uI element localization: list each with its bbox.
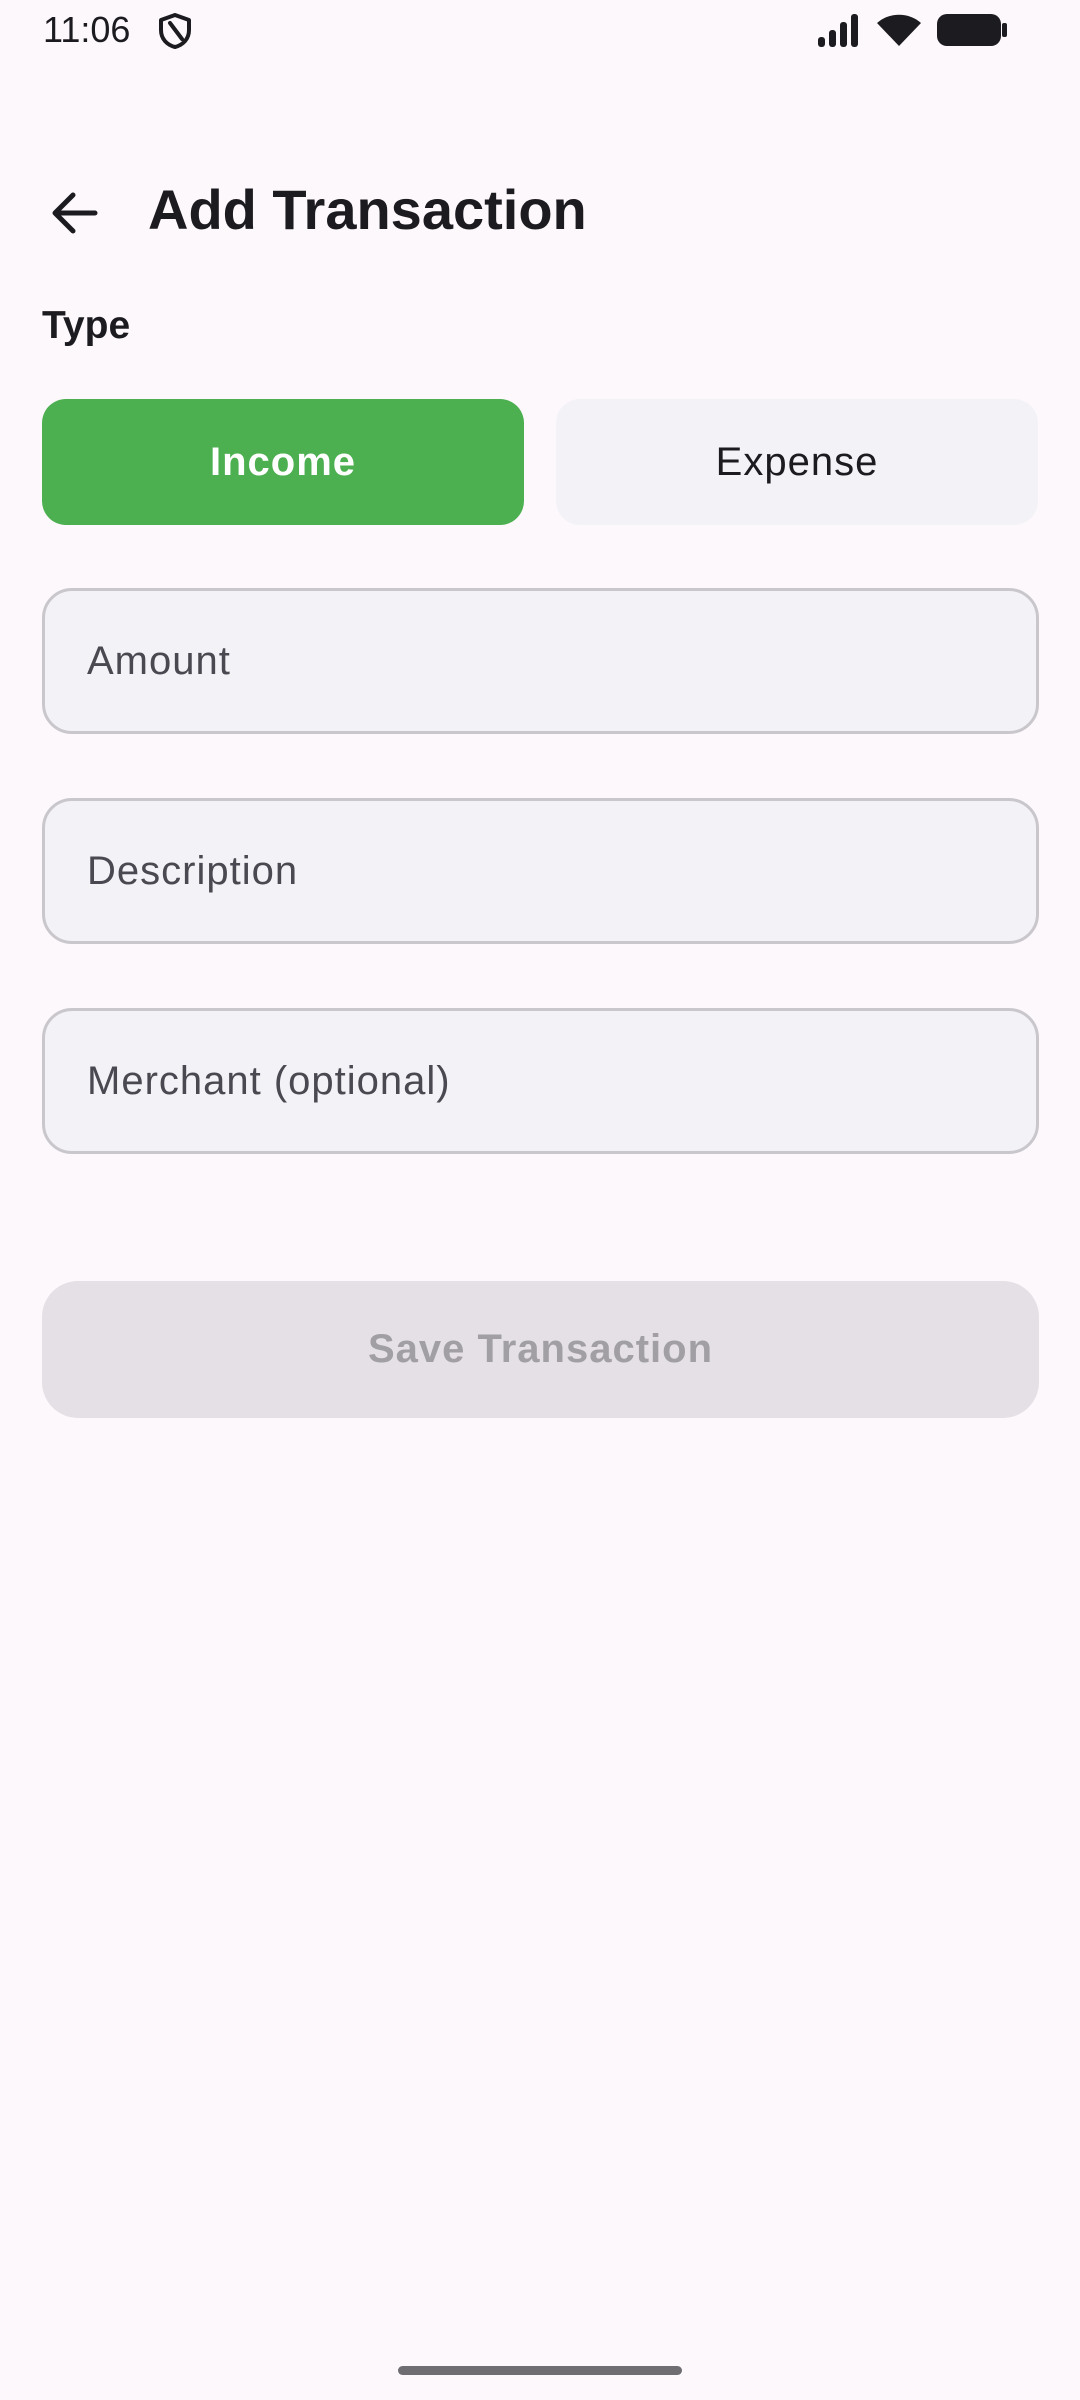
description-input[interactable]	[85, 847, 1036, 895]
signal-icon	[816, 13, 862, 52]
type-label: Type	[42, 304, 131, 347]
top-app-bar: Add Transaction	[0, 150, 1080, 270]
description-field[interactable]	[42, 798, 1039, 944]
status-icons	[816, 12, 1008, 53]
status-bar: 11:06	[0, 0, 1080, 62]
type-expense-button[interactable]: Expense	[556, 399, 1038, 525]
page-title: Add Transaction	[148, 178, 587, 241]
back-button[interactable]	[40, 180, 110, 250]
type-income-button[interactable]: Income	[42, 399, 524, 525]
wifi-icon	[876, 13, 922, 52]
battery-icon	[936, 12, 1008, 53]
save-transaction-label: Save Transaction	[367, 1327, 714, 1371]
arrow-back-icon	[51, 189, 99, 242]
type-expense-label: Expense	[715, 439, 879, 484]
shield-icon	[158, 13, 192, 49]
merchant-input[interactable]	[85, 1057, 1036, 1105]
amount-input[interactable]	[85, 637, 1036, 685]
save-transaction-button[interactable]: Save Transaction	[42, 1281, 1039, 1418]
amount-field[interactable]	[42, 588, 1039, 734]
merchant-field[interactable]	[42, 1008, 1039, 1154]
gesture-nav-handle[interactable]	[398, 2366, 682, 2375]
type-income-label: Income	[209, 439, 357, 484]
status-time: 11:06	[43, 9, 131, 50]
